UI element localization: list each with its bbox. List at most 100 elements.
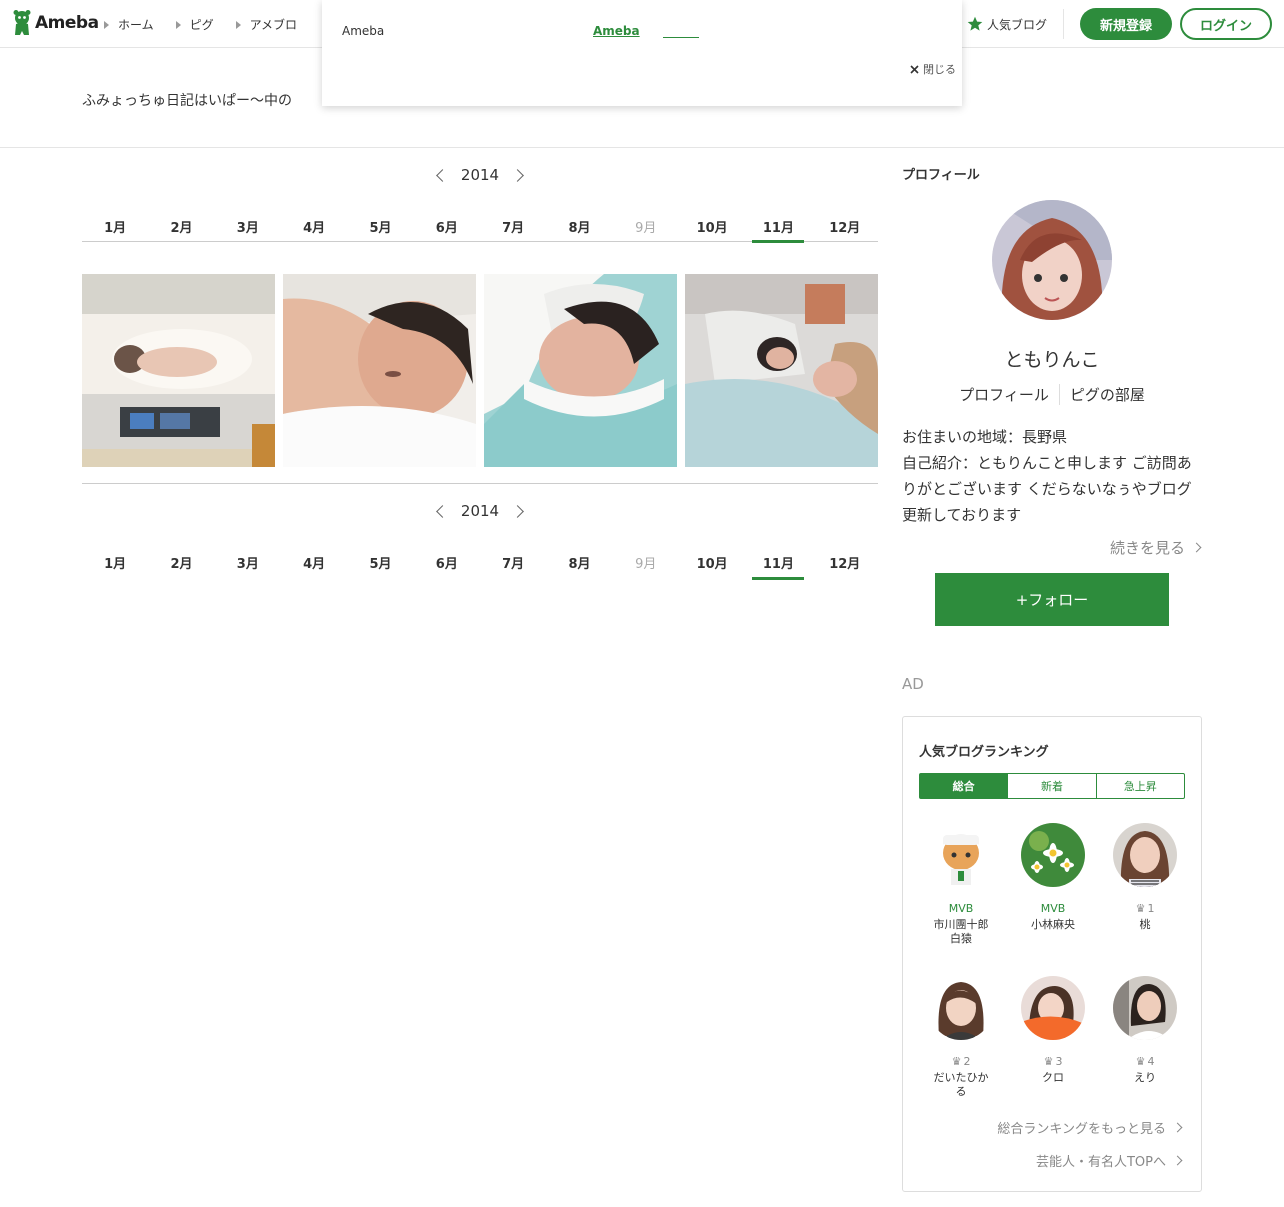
read-more-label: 続きを見る xyxy=(1109,539,1185,557)
month-tab[interactable]: 2月 xyxy=(148,208,214,241)
month-tab-active[interactable]: 11月 xyxy=(745,544,811,580)
profile-link[interactable]: プロフィール xyxy=(949,384,1059,405)
ranking-item[interactable]: MVB 小林麻央 xyxy=(1007,823,1099,960)
ranking-badge: ♛ 3 xyxy=(1044,1054,1063,1068)
month-tab[interactable]: 2月 xyxy=(148,544,214,578)
pig-room-link[interactable]: ピグの部屋 xyxy=(1058,384,1155,405)
profile-intro: 自己紹介：ともりんこと申します ご訪問ありがとございます くだらないなぅやブログ… xyxy=(902,454,1192,524)
month-tabs-top: 1月 2月 3月 4月 5月 6月 7月 8月 9月 10月 11月 12月 xyxy=(82,208,878,243)
tab-rising[interactable]: 急上昇 xyxy=(1095,774,1184,798)
popular-blog-label: 人気ブログ xyxy=(986,17,1047,32)
register-button[interactable]: 新規登録 xyxy=(1080,8,1172,40)
celeb-top-label: 芸能人・有名人TOPへ xyxy=(1035,1155,1166,1170)
ranking-avatar xyxy=(1021,976,1085,1040)
mother-and-baby-image xyxy=(685,274,878,467)
month-tab[interactable]: 7月 xyxy=(480,544,546,578)
month-tab[interactable]: 8月 xyxy=(546,544,612,578)
read-more-link[interactable]: 続きを見る xyxy=(902,537,1202,558)
ranking-name: 小林麻央 xyxy=(1031,918,1075,931)
star-icon xyxy=(967,16,983,31)
month-tab[interactable]: 12月 xyxy=(812,544,878,578)
popular-blog-link[interactable]: 人気ブログ xyxy=(967,9,1064,39)
ranking-item[interactable]: MVB 市川團十郎白猿 xyxy=(915,823,1007,960)
follow-button[interactable]: +フォロー xyxy=(935,573,1169,626)
chevron-right-icon xyxy=(1172,1122,1183,1133)
month-tab[interactable]: 6月 xyxy=(414,208,480,241)
ranking-avatar xyxy=(929,976,993,1040)
month-tabs-bottom: 1月 2月 3月 4月 5月 6月 7月 8月 9月 10月 11月 12月 xyxy=(82,544,878,580)
profile-avatar[interactable] xyxy=(992,200,1112,320)
next-year-arrow-icon[interactable] xyxy=(511,504,524,518)
ranking-avatar xyxy=(1113,976,1177,1040)
ranking-avatar xyxy=(929,823,993,887)
next-year-arrow-icon[interactable] xyxy=(511,168,524,182)
ranking-rank: 4 xyxy=(1147,1054,1155,1068)
month-tab[interactable]: 12月 xyxy=(812,208,878,241)
notice-popup: Ameba Ameba 閉じる xyxy=(322,0,962,106)
crown-icon: ♛ xyxy=(1043,1054,1054,1068)
year-label: 2014 xyxy=(460,166,500,184)
month-tab[interactable]: 1月 xyxy=(82,544,148,578)
month-tab[interactable]: 1月 xyxy=(82,208,148,241)
triangle-icon xyxy=(104,20,109,29)
ranking-item[interactable]: ♛ 2 だいたひかる xyxy=(915,976,1007,1113)
prev-year-arrow-icon[interactable] xyxy=(436,168,449,182)
crown-icon: ♛ xyxy=(1135,1054,1146,1068)
month-tab[interactable]: 4月 xyxy=(281,544,347,578)
popup-ameba-link[interactable]: Ameba xyxy=(593,24,640,38)
nav-home[interactable]: ホーム xyxy=(104,16,154,33)
newborn-swaddled-image xyxy=(484,274,677,467)
celeb-top-link[interactable]: 芸能人・有名人TOPへ xyxy=(1035,1151,1183,1170)
photo-thumbnail[interactable] xyxy=(82,274,275,467)
month-tab[interactable]: 3月 xyxy=(215,208,281,241)
popup-close-button[interactable]: 閉じる xyxy=(910,61,956,77)
logo-text: Ameba xyxy=(35,13,99,33)
nav-ameblo-label: アメブロ xyxy=(249,18,298,32)
ranking-title: 人気ブログランキング xyxy=(919,745,1049,760)
month-tab[interactable]: 5月 xyxy=(347,208,413,241)
profile-location: お住まいの地域：長野県 xyxy=(902,428,1068,446)
nav-ameblo[interactable]: アメブロ xyxy=(235,16,298,33)
ranking-item[interactable]: ♛ 1 桃 xyxy=(1099,823,1191,960)
nav-pig-label: ピグ xyxy=(189,18,214,32)
ranking-item[interactable]: ♛ 4 えり xyxy=(1099,976,1191,1113)
blog-title[interactable]: ふみょっちゅ日記はいぱー〜中の xyxy=(82,90,292,110)
month-tab[interactable]: 10月 xyxy=(679,544,745,578)
ranking-name: クロ xyxy=(1042,1071,1064,1084)
global-nav: ホーム ピグ アメブロ xyxy=(104,16,297,33)
ranking-name: 市川團十郎白猿 xyxy=(933,918,989,945)
month-tab-disabled: 9月 xyxy=(635,557,657,572)
month-tab[interactable]: 5月 xyxy=(347,544,413,578)
ad-label: AD xyxy=(902,675,924,693)
tab-new[interactable]: 新着 xyxy=(1007,774,1095,798)
chevron-right-icon xyxy=(1191,542,1202,553)
triangle-icon xyxy=(235,20,241,29)
month-tab-active[interactable]: 11月 xyxy=(745,208,811,243)
month-tab[interactable]: 6月 xyxy=(414,544,480,578)
ranking-item[interactable]: ♛ 3 クロ xyxy=(1007,976,1099,1113)
close-icon xyxy=(910,64,919,74)
photo-thumbnail[interactable] xyxy=(283,274,476,467)
avatar-image xyxy=(992,200,1112,320)
month-tab[interactable]: 3月 xyxy=(215,544,281,578)
month-tab[interactable]: 10月 xyxy=(679,208,745,241)
newborn-incubator-image xyxy=(82,274,275,467)
header-actions: 人気ブログ 新規登録 ログイン xyxy=(967,8,1272,40)
month-tab[interactable]: 4月 xyxy=(281,208,347,241)
prev-year-arrow-icon[interactable] xyxy=(436,504,449,518)
ranking-more-link[interactable]: 総合ランキングをもっと見る xyxy=(997,1118,1183,1137)
ranking-tabs: 総合 新着 急上昇 xyxy=(919,773,1185,799)
ranking-name: だいたひかる xyxy=(933,1071,989,1098)
tab-overall[interactable]: 総合 xyxy=(920,774,1008,798)
ranking-badge: ♛ 1 xyxy=(1136,901,1155,915)
ranking-grid: MVB 市川團十郎白猿 MVB 小林麻央 ♛ 1 桃 ♛ 2 だいたひかる ♛ … xyxy=(915,823,1191,1113)
month-tab[interactable]: 7月 xyxy=(480,208,546,241)
nav-pig[interactable]: ピグ xyxy=(175,16,214,33)
login-button[interactable]: ログイン xyxy=(1180,8,1272,40)
popup-secondary-link[interactable] xyxy=(663,24,699,38)
photo-thumbnail[interactable] xyxy=(484,274,677,467)
profile-username: ともりんこ xyxy=(1004,349,1100,371)
photo-thumbnail[interactable] xyxy=(685,274,878,467)
ameba-logo[interactable]: Ameba xyxy=(12,10,99,36)
month-tab[interactable]: 8月 xyxy=(546,208,612,241)
